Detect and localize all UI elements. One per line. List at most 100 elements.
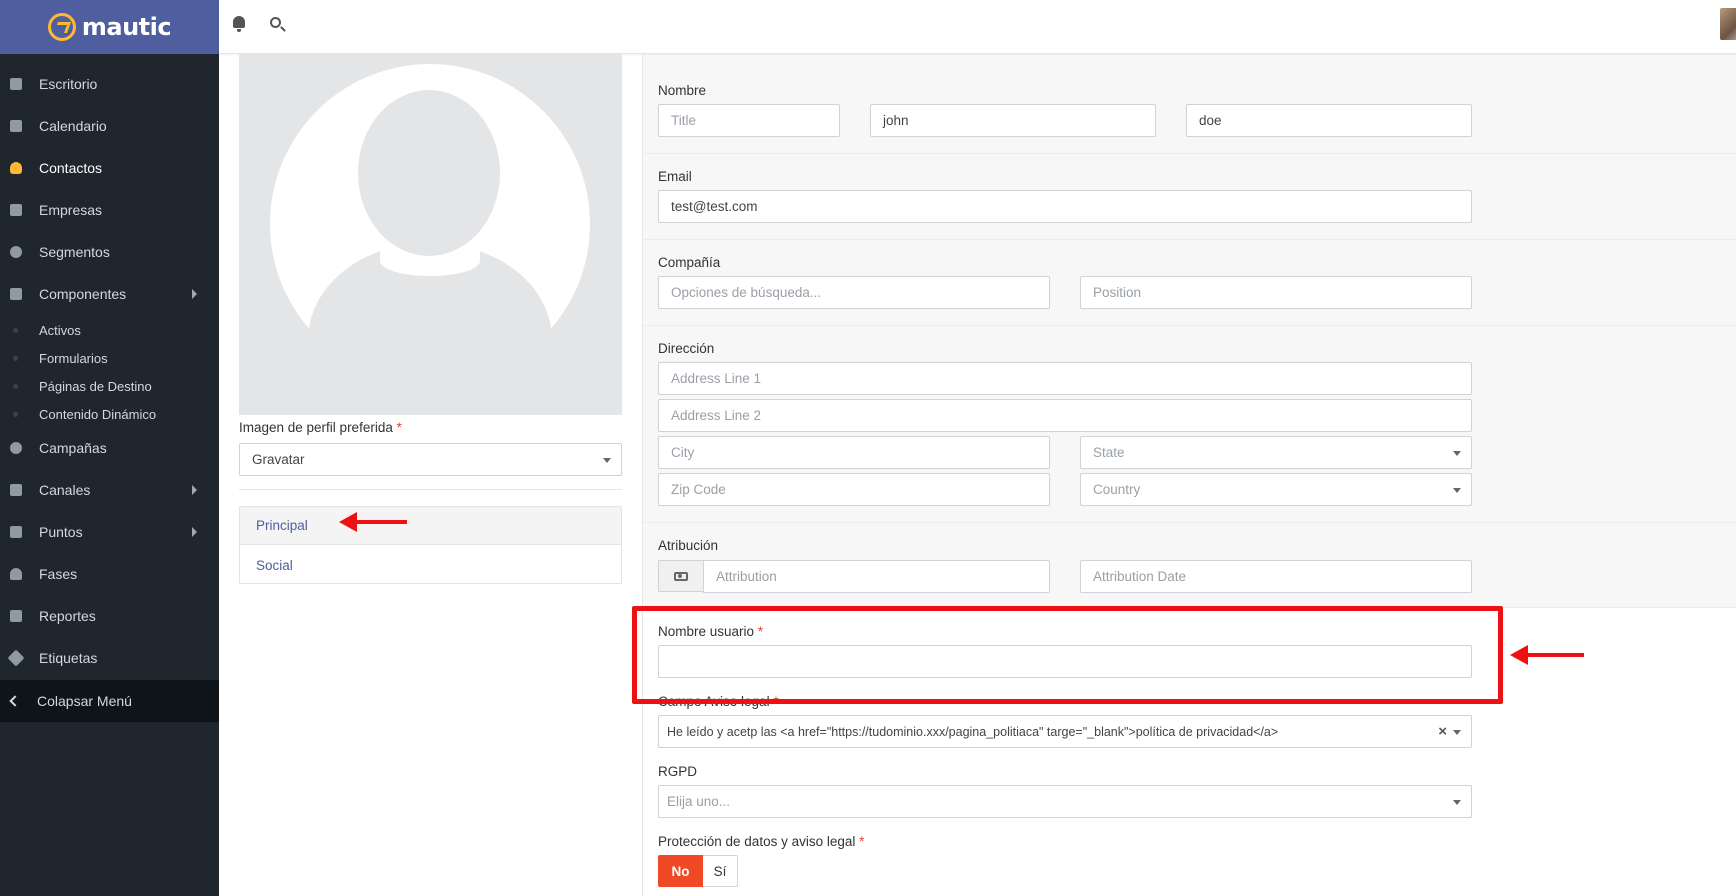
attribution-input[interactable]: Attribution	[703, 560, 1050, 593]
sidebar-item-label: Canales	[39, 482, 91, 498]
caret-down-icon	[1453, 730, 1461, 735]
lastname-input[interactable]: doe	[1186, 104, 1472, 137]
sidebar-item-canales[interactable]: Canales	[0, 469, 219, 511]
avatar-head-shape	[358, 90, 500, 256]
sidebar: mautic Escritorio Calendario Contactos E…	[0, 0, 219, 896]
brand-name: mautic	[81, 13, 172, 41]
sidebar-subitem-paginas[interactable]: Páginas de Destino	[0, 372, 219, 400]
sidebar-item-etiquetas[interactable]: Etiquetas	[0, 637, 219, 679]
required-mark: *	[859, 834, 865, 849]
title-input[interactable]: Title	[658, 104, 840, 137]
zip-input[interactable]: Zip Code	[658, 473, 1050, 506]
puzzle-icon	[10, 288, 22, 300]
caret-down-icon	[1453, 451, 1461, 456]
bullet-icon	[13, 327, 18, 333]
position-input[interactable]: Position	[1080, 276, 1472, 309]
sidebar-item-label: Segmentos	[39, 244, 110, 260]
sidebar-subitem-activos[interactable]: Activos	[0, 316, 219, 344]
address2-placeholder: Address Line 2	[671, 408, 762, 423]
annotation-highlight-box	[632, 606, 1503, 704]
tag-icon	[7, 649, 25, 667]
toggle-si-button[interactable]: Sí	[703, 855, 738, 887]
country-placeholder: Country	[1093, 482, 1141, 497]
brand-header[interactable]: mautic	[0, 0, 219, 54]
sidebar-item-label: Empresas	[39, 202, 103, 218]
toggle-no-button[interactable]: No	[658, 855, 703, 887]
city-placeholder: City	[671, 445, 695, 460]
profile-tabs: Principal Social	[239, 506, 622, 584]
bell-icon[interactable]	[233, 16, 245, 32]
tab-label: Principal	[256, 518, 308, 533]
sidebar-item-fases[interactable]: Fases	[0, 553, 219, 595]
tab-label: Social	[256, 557, 293, 573]
sidebar-item-label: Fases	[39, 566, 78, 582]
address1-placeholder: Address Line 1	[671, 371, 762, 386]
state-select[interactable]: State	[1080, 436, 1472, 469]
email-value: test@test.com	[671, 199, 758, 214]
rss-icon	[10, 484, 22, 496]
firstname-input[interactable]: john	[870, 104, 1156, 137]
country-select[interactable]: Country	[1080, 473, 1472, 506]
mautic-logo-icon	[47, 13, 76, 41]
collapse-menu-button[interactable]: Colapsar Menú	[0, 680, 219, 722]
sidebar-subitem-label: Activos	[39, 322, 81, 338]
name-label: Nombre	[658, 83, 707, 98]
protection-label-text: Protección de datos y aviso legal	[658, 834, 856, 849]
annotation-arrow-principal	[339, 512, 407, 532]
attribution-addon	[658, 560, 704, 592]
attribution-label: Atribución	[658, 538, 719, 553]
sidebar-item-reportes[interactable]: Reportes	[0, 595, 219, 637]
tachometer-icon	[10, 568, 22, 580]
sidebar-subitem-formularios[interactable]: Formularios	[0, 344, 219, 372]
legal-value: He leído y acetp las <a href="https://tu…	[667, 724, 1279, 739]
clock-icon	[10, 442, 22, 454]
sidebar-item-label: Calendario	[39, 118, 107, 134]
sidebar-item-segmentos[interactable]: Segmentos	[0, 231, 219, 273]
bullet-icon	[13, 355, 18, 361]
sidebar-item-escritorio[interactable]: Escritorio	[0, 63, 219, 105]
protection-label: Protección de datos y aviso legal *	[658, 834, 864, 849]
rgpd-select[interactable]: Elija uno...	[658, 785, 1472, 818]
caret-down-icon	[603, 458, 611, 463]
tab-principal[interactable]: Principal	[240, 507, 621, 545]
clear-icon[interactable]: ×	[1438, 723, 1447, 740]
rgpd-placeholder: Elija uno...	[667, 794, 731, 809]
city-input[interactable]: City	[658, 436, 1050, 469]
address2-input[interactable]: Address Line 2	[658, 399, 1472, 432]
avatar[interactable]	[1720, 8, 1736, 40]
sidebar-item-campanas[interactable]: Campañas	[0, 427, 219, 469]
sidebar-item-label: Escritorio	[39, 76, 98, 92]
calendar-icon	[10, 120, 22, 132]
sidebar-item-componentes[interactable]: Componentes	[0, 273, 219, 315]
preferred-image-select[interactable]: Gravatar	[239, 443, 622, 476]
email-input[interactable]: test@test.com	[658, 190, 1472, 223]
lastname-value: doe	[1199, 113, 1222, 128]
dashboard-icon	[10, 78, 22, 90]
state-placeholder: State	[1093, 445, 1125, 460]
sidebar-item-empresas[interactable]: Empresas	[0, 189, 219, 231]
collapse-menu-label: Colapsar Menú	[37, 693, 132, 709]
calculator-icon	[10, 526, 22, 538]
sidebar-item-calendario[interactable]: Calendario	[0, 105, 219, 147]
line-chart-icon	[10, 610, 22, 622]
address1-input[interactable]: Address Line 1	[658, 362, 1472, 395]
attribution-placeholder: Attribution	[716, 569, 777, 584]
tab-social[interactable]: Social	[240, 546, 621, 584]
attribution-date-input[interactable]: Attribution Date	[1080, 560, 1472, 593]
chevron-right-icon	[192, 527, 197, 537]
company-search-input[interactable]: Opciones de búsqueda...	[658, 276, 1050, 309]
search-icon[interactable]	[270, 17, 281, 28]
company-label: Compañía	[658, 255, 721, 270]
required-mark: *	[396, 420, 402, 435]
legal-select[interactable]: He leído y acetp las <a href="https://tu…	[658, 715, 1472, 748]
chevron-left-icon	[9, 695, 21, 707]
user-icon	[10, 162, 22, 174]
bullet-icon	[13, 411, 18, 417]
sidebar-item-contactos[interactable]: Contactos	[0, 147, 219, 189]
avatar-placeholder-icon	[270, 64, 590, 384]
preferred-image-label: Imagen de perfil preferida *	[239, 420, 402, 435]
profile-photo	[239, 54, 622, 415]
bullet-icon	[13, 383, 18, 389]
sidebar-item-puntos[interactable]: Puntos	[0, 511, 219, 553]
sidebar-subitem-contenido[interactable]: Contenido Dinámico	[0, 400, 219, 428]
